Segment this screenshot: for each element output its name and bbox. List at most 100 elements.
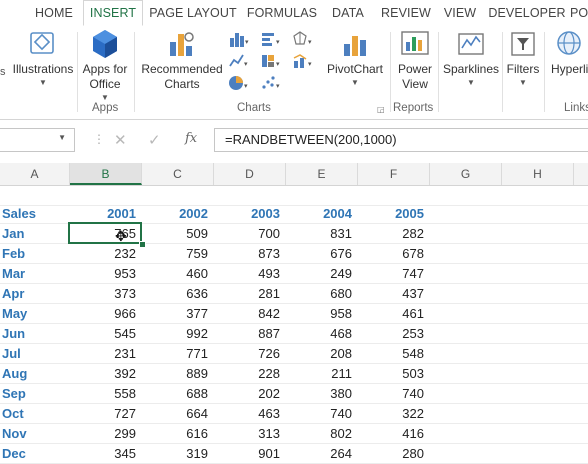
sales-label[interactable]: Sales: [0, 204, 70, 224]
month-label[interactable]: Apr: [0, 284, 70, 304]
sales-value-cell[interactable]: 232: [70, 244, 142, 264]
sales-value-cell[interactable]: 281: [214, 284, 286, 304]
month-label[interactable]: May: [0, 304, 70, 324]
sales-value-cell[interactable]: 249: [286, 264, 358, 284]
tab-page-layout[interactable]: PAGE LAYOUT: [148, 0, 238, 26]
year-header[interactable]: 2004: [286, 204, 358, 224]
sales-value-cell[interactable]: 771: [142, 344, 214, 364]
filters-button[interactable]: Filters ▼: [504, 28, 542, 88]
sales-value-cell[interactable]: 231: [70, 344, 142, 364]
year-header[interactable]: 2002: [142, 204, 214, 224]
column-header-d[interactable]: D: [214, 163, 286, 185]
sparklines-button[interactable]: Sparklines ▼: [440, 28, 502, 88]
sales-value-cell[interactable]: 726: [214, 344, 286, 364]
sales-value-cell[interactable]: 228: [214, 364, 286, 384]
radar-chart-icon[interactable]: ▾: [292, 30, 314, 48]
sales-value-cell[interactable]: 437: [358, 284, 430, 304]
column-header-h[interactable]: H: [502, 163, 574, 185]
sales-value-cell[interactable]: 345: [70, 444, 142, 464]
tab-insert[interactable]: INSERT: [83, 0, 143, 26]
apps-for-office-button[interactable]: Apps for Office ▼: [78, 28, 132, 103]
hierarchy-chart-icon[interactable]: ▾: [260, 52, 282, 70]
column-header-a[interactable]: A: [0, 163, 70, 185]
sales-value-cell[interactable]: 831: [286, 224, 358, 244]
month-label[interactable]: Feb: [0, 244, 70, 264]
sales-value-cell[interactable]: 887: [214, 324, 286, 344]
sales-value-cell[interactable]: 373: [70, 284, 142, 304]
sales-value-cell[interactable]: 842: [214, 304, 286, 324]
power-view-button[interactable]: Power View: [393, 28, 437, 92]
month-label[interactable]: Sep: [0, 384, 70, 404]
sales-value-cell[interactable]: 377: [142, 304, 214, 324]
pie-chart-icon[interactable]: ▾: [228, 74, 250, 92]
sales-value-cell[interactable]: 759: [142, 244, 214, 264]
month-label[interactable]: Jun: [0, 324, 70, 344]
sales-value-cell[interactable]: 740: [358, 384, 430, 404]
sales-value-cell[interactable]: 460: [142, 264, 214, 284]
column-header-f[interactable]: F: [358, 163, 430, 185]
sales-value-cell[interactable]: 700: [214, 224, 286, 244]
cancel-icon[interactable]: ✕: [114, 131, 127, 149]
recommended-charts-button[interactable]: Recommended Charts: [138, 28, 226, 92]
sales-value-cell[interactable]: 873: [214, 244, 286, 264]
sales-value-cell[interactable]: 676: [286, 244, 358, 264]
sales-value-cell[interactable]: 545: [70, 324, 142, 344]
sales-value-cell[interactable]: 548: [358, 344, 430, 364]
line-chart-icon[interactable]: ▾: [228, 52, 250, 70]
formula-input[interactable]: =RANDBETWEEN(200,1000): [214, 128, 588, 152]
sales-value-cell[interactable]: 322: [358, 404, 430, 424]
name-box[interactable]: ▼: [0, 128, 75, 152]
fill-handle[interactable]: [139, 241, 146, 248]
chevron-down-icon[interactable]: ▼: [58, 133, 66, 142]
sales-value-cell[interactable]: 680: [286, 284, 358, 304]
combo-chart-icon[interactable]: ▾: [292, 52, 314, 70]
insert-function-icon[interactable]: fx: [185, 131, 197, 146]
sales-value-cell[interactable]: 313: [214, 424, 286, 444]
sales-value-cell[interactable]: 664: [142, 404, 214, 424]
enter-check-icon[interactable]: ✓: [148, 131, 161, 149]
sales-value-cell[interactable]: 958: [286, 304, 358, 324]
sales-value-cell[interactable]: 688: [142, 384, 214, 404]
sales-value-cell[interactable]: 380: [286, 384, 358, 404]
column-chart-icon[interactable]: ▾: [228, 30, 250, 48]
year-header[interactable]: 2003: [214, 204, 286, 224]
month-label[interactable]: Oct: [0, 404, 70, 424]
sales-value-cell[interactable]: 463: [214, 404, 286, 424]
sales-value-cell[interactable]: 558: [70, 384, 142, 404]
month-label[interactable]: Nov: [0, 424, 70, 444]
sales-value-cell[interactable]: 953: [70, 264, 142, 284]
year-header[interactable]: 2005: [358, 204, 430, 224]
sales-value-cell[interactable]: 493: [214, 264, 286, 284]
sales-value-cell[interactable]: 636: [142, 284, 214, 304]
sales-value-cell[interactable]: 992: [142, 324, 214, 344]
sales-value-cell[interactable]: 211: [286, 364, 358, 384]
tab-review[interactable]: REVIEW: [378, 0, 434, 26]
column-header-c[interactable]: C: [142, 163, 214, 185]
column-header-g[interactable]: G: [430, 163, 502, 185]
sales-value-cell[interactable]: 280: [358, 444, 430, 464]
sales-value-cell[interactable]: 509: [142, 224, 214, 244]
sales-value-cell[interactable]: 299: [70, 424, 142, 444]
sales-value-cell[interactable]: 966: [70, 304, 142, 324]
tab-data[interactable]: DATA: [326, 0, 370, 26]
sales-value-cell[interactable]: 468: [286, 324, 358, 344]
sales-value-cell[interactable]: 889: [142, 364, 214, 384]
pivotchart-button[interactable]: PivotChart ▼: [322, 28, 388, 88]
sales-value-cell[interactable]: 319: [142, 444, 214, 464]
tab-power-pivot[interactable]: PO: [570, 0, 588, 26]
sales-value-cell[interactable]: 202: [214, 384, 286, 404]
scatter-chart-icon[interactable]: ▾: [260, 74, 282, 92]
active-cell-selection[interactable]: [68, 222, 142, 244]
sales-value-cell[interactable]: 901: [214, 444, 286, 464]
sales-value-cell[interactable]: 727: [70, 404, 142, 424]
sales-value-cell[interactable]: 282: [358, 224, 430, 244]
sales-value-cell[interactable]: 208: [286, 344, 358, 364]
tab-view[interactable]: VIEW: [440, 0, 480, 26]
dialog-launcher-icon[interactable]: ◲: [377, 105, 385, 114]
column-header-b[interactable]: B: [70, 163, 142, 185]
illustrations-button[interactable]: Illustrations ▼: [8, 28, 78, 88]
month-label[interactable]: Mar: [0, 264, 70, 284]
tab-formulas[interactable]: FORMULAS: [244, 0, 320, 26]
tab-home[interactable]: HOME: [27, 0, 81, 26]
year-header[interactable]: 2001: [70, 204, 142, 224]
